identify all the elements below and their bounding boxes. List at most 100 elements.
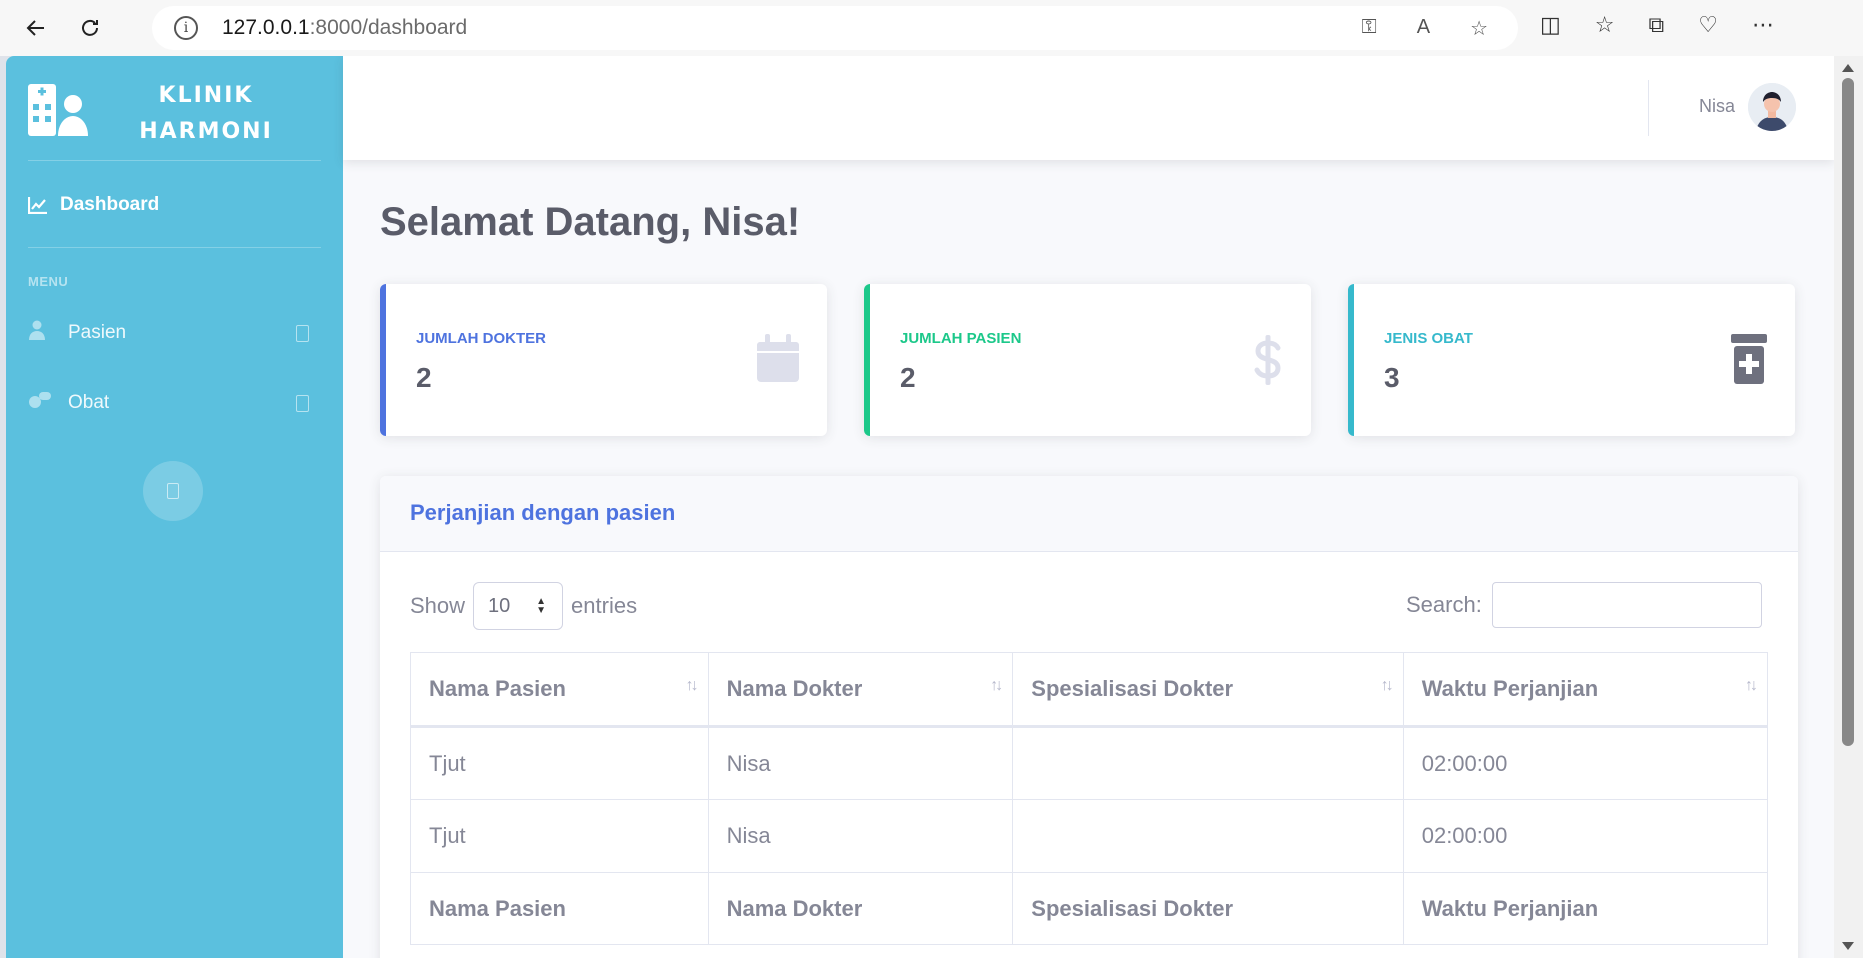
back-arrow-icon[interactable]	[18, 12, 54, 44]
brand-line-2: HARMONI	[139, 119, 273, 144]
footer-label: Nama Pasien	[410, 872, 709, 945]
toggle-icon	[167, 483, 179, 499]
table-footer-row: Nama Pasien Nama Dokter Spesialisasi Dok…	[410, 872, 1769, 945]
url-path: :8000/dashboard	[309, 16, 468, 39]
more-icon[interactable]: ⋯	[1752, 12, 1774, 38]
card-value: 2	[416, 362, 432, 393]
table-cell	[1012, 799, 1404, 873]
card-label: JUMLAH DOKTER	[416, 330, 546, 347]
entries-label: entries	[571, 593, 638, 618]
panel-header: Perjanjian dengan pasien	[380, 476, 1798, 552]
select-arrows-icon: ▲ ▼	[536, 596, 547, 616]
card-label: JUMLAH PASIEN	[900, 330, 1022, 347]
sidebar-toggle-button[interactable]	[143, 461, 203, 521]
site-info-icon[interactable]: i	[174, 16, 198, 40]
app-frame: KLINIK HARMONI Dashboard MENU Pasien Oba…	[6, 56, 1834, 958]
entries-select[interactable]: 10 ▲ ▼	[473, 582, 564, 630]
search-input[interactable]	[1491, 582, 1762, 628]
column-label: Spesialisasi Dokter	[1031, 676, 1234, 701]
entries-length-control: Show 10 ▲ ▼ entries	[410, 582, 637, 630]
chevron-icon	[296, 324, 309, 342]
table-cell: Nisa	[707, 799, 1014, 873]
footer-label: Waktu Perjanjian	[1402, 872, 1769, 945]
collections-icon[interactable]: ⧉	[1649, 12, 1665, 38]
address-bar[interactable]: i 127.0.0.1:8000/dashboard ⚿ A ☆	[152, 6, 1518, 50]
sidebar-divider	[28, 160, 321, 161]
health-icon[interactable]: ♡	[1698, 12, 1718, 38]
sidebar-item-dashboard[interactable]: Dashboard	[28, 194, 159, 216]
footer-label: Nama Dokter	[707, 872, 1014, 945]
topbar-divider	[1648, 80, 1649, 136]
column-label: Waktu Perjanjian	[1421, 676, 1599, 701]
sidebar-item-label: Pasien	[68, 322, 127, 343]
pills-icon	[28, 391, 56, 415]
chevron-icon	[296, 394, 309, 412]
stat-card-dokter: JUMLAH DOKTER 2	[380, 284, 827, 436]
stat-card-pasien: JUMLAH PASIEN 2	[864, 284, 1311, 436]
sidebar-divider	[28, 247, 321, 248]
sidebar-item-obat[interactable]: Obat	[28, 391, 321, 415]
card-accent	[864, 284, 870, 436]
avatar[interactable]	[1748, 83, 1796, 131]
brand[interactable]: KLINIK HARMONI	[6, 56, 343, 160]
table-row: Tjut Nisa 02:00:00	[410, 799, 1769, 873]
chart-line-icon	[28, 197, 47, 214]
star-icon[interactable]: ☆	[1470, 16, 1488, 41]
appointments-table: Nama Pasien ↑↓ Nama Dokter ↑↓ Spesialisasi…	[410, 652, 1769, 945]
scroll-up-icon[interactable]	[1842, 64, 1854, 72]
sidebar-item-label: Obat	[68, 392, 110, 413]
sort-icon: ↑↓	[1745, 677, 1758, 694]
sidebar-item-pasien[interactable]: Pasien	[28, 320, 321, 346]
column-label: Nama Pasien	[429, 676, 566, 701]
main-content: Selamat Datang, Nisa! JUMLAH DOKTER 2 JU…	[343, 160, 1834, 958]
brand-name: KLINIK HARMONI	[116, 78, 296, 150]
page-title: Selamat Datang, Nisa!	[380, 200, 801, 244]
appointments-panel: Perjanjian dengan pasien Show 10 ▲ ▼ entr…	[380, 476, 1798, 958]
sort-icon: ↑↓	[1380, 677, 1394, 694]
search-label: Search:	[1406, 592, 1482, 617]
table-cell	[1012, 726, 1404, 800]
reload-icon[interactable]	[72, 12, 108, 44]
card-value: 3	[1384, 362, 1400, 393]
split-screen-icon[interactable]: ◫	[1540, 12, 1561, 38]
browser-toolbar: i 127.0.0.1:8000/dashboard ⚿ A ☆ ◫ ☆ ⧉ ♡…	[0, 0, 1863, 56]
table-search: Search:	[1406, 582, 1762, 628]
table-header-row: Nama Pasien ↑↓ Nama Dokter ↑↓ Spesialisasi…	[410, 652, 1769, 728]
scrollbar-thumb[interactable]	[1842, 78, 1854, 746]
column-header-spesialisasi[interactable]: Spesialisasi Dokter ↑↓	[1012, 652, 1404, 728]
topbar: Nisa	[343, 56, 1834, 160]
page-scrollbar[interactable]	[1834, 56, 1863, 958]
scroll-down-icon[interactable]	[1842, 942, 1854, 950]
prescription-bottle-icon	[1731, 334, 1767, 384]
column-header-nama-dokter[interactable]: Nama Dokter ↑↓	[707, 652, 1014, 728]
panel-title: Perjanjian dengan pasien	[410, 500, 676, 525]
show-label: Show	[410, 593, 466, 618]
sort-icon: ↑↓	[685, 677, 699, 694]
card-accent	[1348, 284, 1354, 436]
table-cell: Nisa	[707, 726, 1014, 800]
calendar-icon	[757, 334, 799, 382]
card-label: JENIS OBAT	[1384, 330, 1473, 347]
stat-card-obat: JENIS OBAT 3	[1348, 284, 1795, 436]
hospital-user-icon	[28, 84, 88, 136]
key-icon[interactable]: ⚿	[1361, 16, 1376, 41]
card-accent	[380, 284, 386, 436]
card-value: 2	[900, 362, 916, 393]
table-cell: 02:00:00	[1402, 799, 1769, 873]
column-header-nama-pasien[interactable]: Nama Pasien ↑↓	[410, 652, 709, 728]
sort-icon: ↑↓	[990, 677, 1003, 694]
user-name[interactable]: Nisa	[1699, 96, 1735, 117]
entries-value: 10	[488, 594, 511, 617]
sidebar-heading: MENU	[28, 274, 69, 289]
sidebar: KLINIK HARMONI Dashboard MENU Pasien Oba…	[6, 56, 343, 958]
column-header-waktu[interactable]: Waktu Perjanjian ↑↓	[1402, 652, 1769, 728]
user-injured-icon	[28, 320, 56, 346]
url-host: 127.0.0.1	[222, 16, 310, 39]
table-cell: Tjut	[410, 799, 709, 873]
footer-label: Spesialisasi Dokter	[1012, 872, 1404, 945]
favorites-icon[interactable]: ☆	[1595, 12, 1615, 38]
read-aloud-icon[interactable]: A	[1417, 16, 1430, 41]
brand-line-1: KLINIK	[158, 83, 254, 108]
sidebar-item-label: Dashboard	[60, 194, 160, 215]
column-label: Nama Dokter	[726, 676, 863, 701]
